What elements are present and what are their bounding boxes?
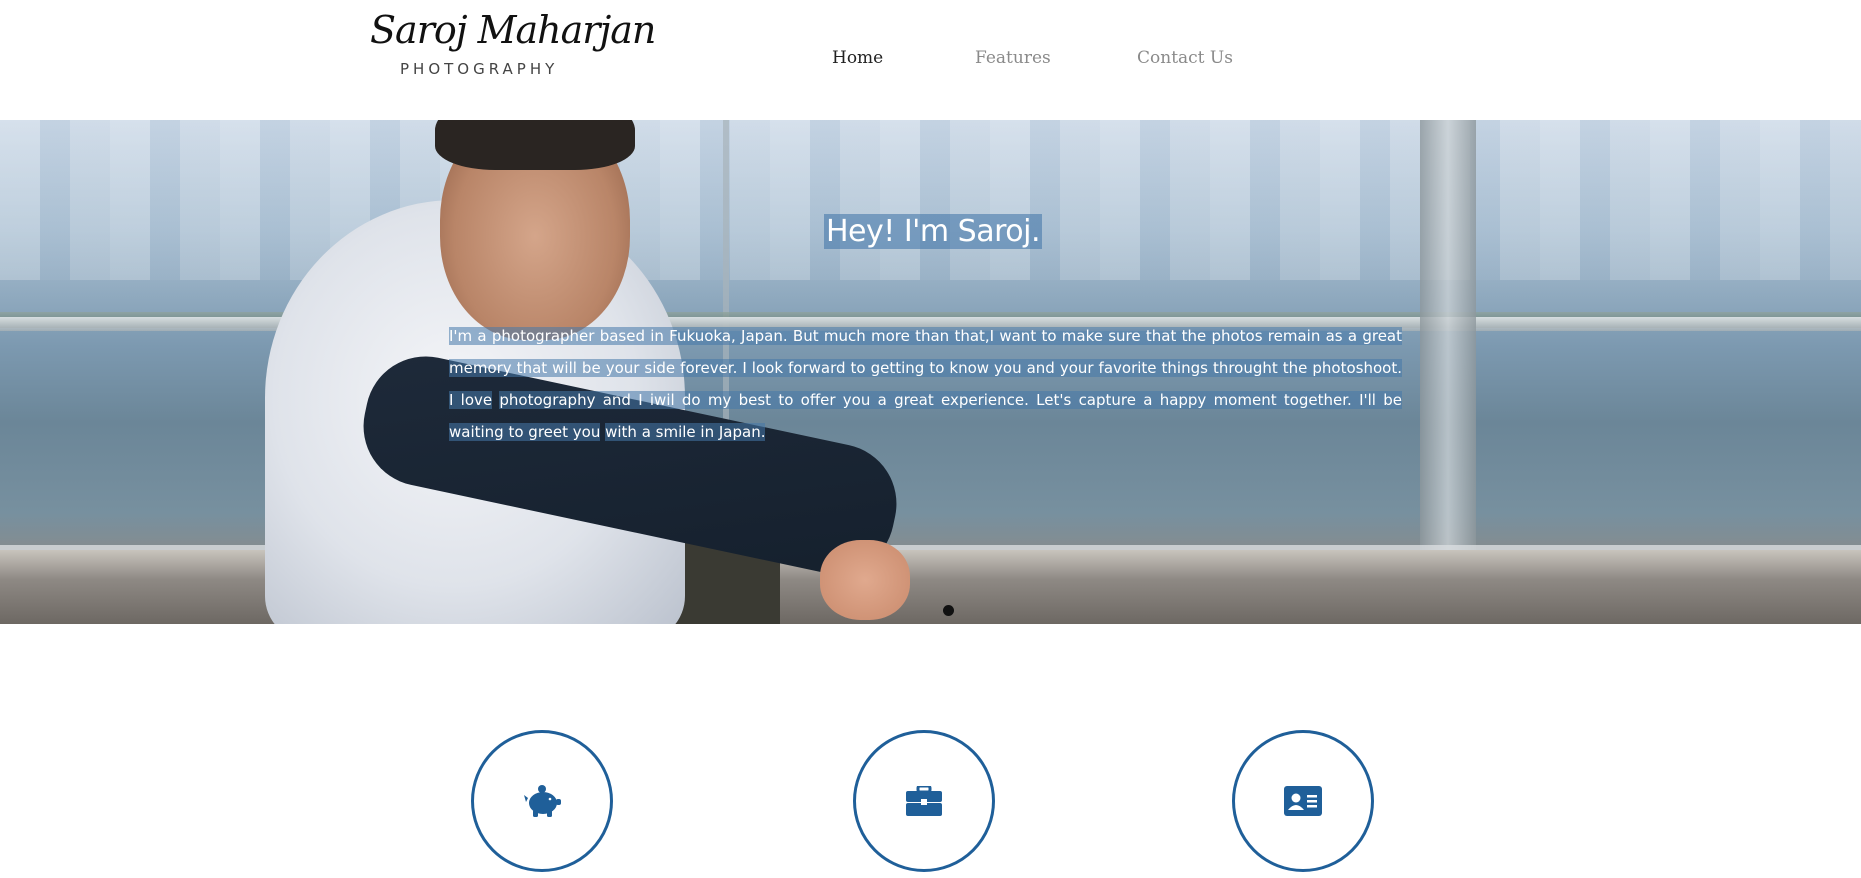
feature-business[interactable]: [853, 730, 995, 872]
hero-text-line: photography and I iwil do my best to off…: [449, 391, 1402, 441]
hero-text-line: with a smile in Japan.: [605, 423, 766, 441]
hero-background-city: [0, 120, 1861, 280]
id-card-icon: [1284, 786, 1322, 816]
hero-intro-text: I'm a photographer based in Fukuoka, Jap…: [449, 320, 1402, 448]
hero-text-line: I'm a photographer based in Fukuoka, Jap…: [449, 327, 1402, 345]
nav-contact-us[interactable]: Contact Us: [1137, 48, 1233, 68]
logo-subtitle: PHOTOGRAPHY: [400, 60, 559, 78]
hero-person-hair: [435, 120, 635, 170]
hero-pillar: [1420, 120, 1476, 564]
briefcase-icon: [906, 786, 942, 816]
nav-home[interactable]: Home: [832, 48, 883, 68]
piggy-bank-icon: [524, 785, 561, 817]
feature-profile[interactable]: [1232, 730, 1374, 872]
nav-features[interactable]: Features: [975, 48, 1051, 68]
hero-banner: Hey! I'm Saroj. I'm a photographer based…: [0, 120, 1861, 624]
hero-title: Hey! I'm Saroj.: [824, 214, 1043, 249]
logo-script: Saroj Maharjan: [370, 8, 656, 52]
feature-savings[interactable]: [471, 730, 613, 872]
logo[interactable]: Saroj Maharjan PHOTOGRAPHY: [370, 8, 656, 78]
slider-dot[interactable]: [943, 605, 954, 616]
hero-person-hands: [820, 540, 910, 620]
site-header: Saroj Maharjan PHOTOGRAPHY Home Features…: [0, 0, 1861, 120]
